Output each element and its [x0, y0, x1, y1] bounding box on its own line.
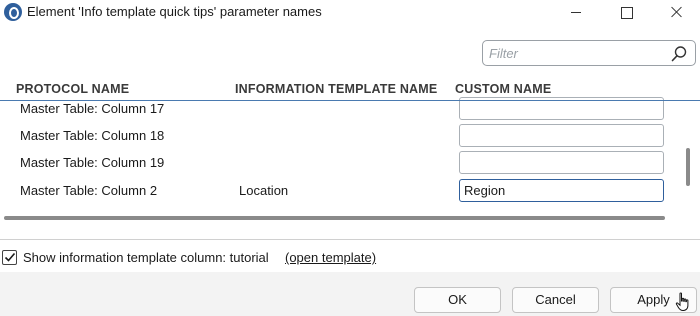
information-template-name-cell: Location [239, 183, 289, 198]
parameter-table-body: Master Table: Column 17 Master Table: Co… [0, 96, 684, 206]
checkmark-icon [4, 252, 16, 262]
filter-box[interactable] [482, 40, 696, 66]
filter-input[interactable] [489, 44, 659, 62]
custom-name-input[interactable] [459, 151, 664, 174]
hand-cursor-icon [675, 292, 689, 312]
section-divider [0, 239, 700, 240]
cancel-button[interactable]: Cancel [512, 287, 599, 313]
horizontal-scrollbar[interactable] [4, 216, 665, 220]
table-row: Master Table: Column 18 [0, 123, 684, 150]
search-icon[interactable] [670, 45, 688, 63]
app-logo-icon [4, 3, 22, 21]
show-info-column-option: Show information template column: tutori… [0, 248, 700, 268]
custom-name-input[interactable] [459, 179, 664, 202]
ok-button[interactable]: OK [414, 287, 501, 313]
column-header-protocol-name[interactable]: PROTOCOL NAME [16, 82, 129, 96]
protocol-name-cell: Master Table: Column 17 [20, 101, 165, 116]
close-button[interactable] [653, 0, 699, 26]
maximize-button[interactable] [603, 0, 649, 26]
custom-name-input[interactable] [459, 124, 664, 147]
protocol-name-cell: Master Table: Column 18 [20, 128, 165, 143]
vertical-scrollbar[interactable] [686, 148, 690, 186]
dialog-footer: OK Cancel Apply [0, 272, 700, 316]
open-template-link[interactable]: (open template) [285, 250, 376, 265]
show-info-column-checkbox[interactable] [2, 250, 17, 265]
table-row: Master Table: Column 19 [0, 150, 684, 177]
protocol-name-cell: Master Table: Column 2 [20, 183, 158, 198]
show-info-column-label[interactable]: Show information template column: tutori… [23, 250, 269, 265]
column-header-custom-name[interactable]: CUSTOM NAME [455, 82, 551, 96]
column-header-information-template-name[interactable]: INFORMATION TEMPLATE NAME [235, 82, 437, 96]
title-bar: Element 'Info template quick tips' param… [0, 0, 700, 26]
minimize-button[interactable] [553, 0, 599, 26]
window-title: Element 'Info template quick tips' param… [27, 4, 322, 19]
table-row: Master Table: Column 2 Location [0, 177, 684, 204]
dialog-content: PROTOCOL NAME INFORMATION TEMPLATE NAME … [0, 26, 700, 272]
protocol-name-cell: Master Table: Column 19 [20, 155, 165, 170]
header-divider [0, 100, 700, 101]
